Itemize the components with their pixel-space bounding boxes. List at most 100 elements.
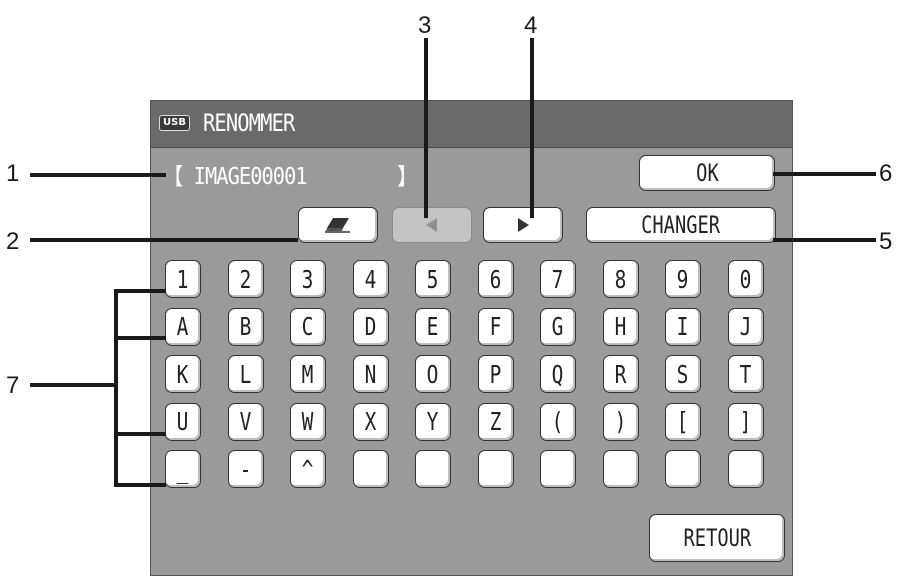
key-button[interactable]: ^ bbox=[290, 450, 326, 488]
key-button[interactable]: U bbox=[165, 402, 201, 441]
key-label: 8 bbox=[614, 264, 627, 294]
key-button[interactable]: ] bbox=[727, 402, 764, 441]
key-button[interactable]: - bbox=[227, 450, 264, 488]
key-label: X bbox=[364, 407, 377, 436]
key-label: R bbox=[614, 359, 627, 389]
screen-title: RENOMMER bbox=[203, 109, 295, 137]
key-label: 4 bbox=[364, 264, 377, 294]
key-button[interactable]: Y bbox=[415, 402, 451, 441]
key-button[interactable]: 6 bbox=[477, 260, 514, 298]
key-button[interactable]: C bbox=[290, 307, 326, 346]
key-label: Q bbox=[552, 359, 564, 389]
key-button-blank[interactable] bbox=[352, 450, 389, 488]
callout-bracket-tick-4 bbox=[114, 432, 166, 436]
key-label: D bbox=[364, 312, 377, 341]
key-label: I bbox=[677, 312, 689, 341]
key-button[interactable]: ( bbox=[540, 402, 576, 441]
cursor-right-button[interactable] bbox=[483, 207, 563, 243]
key-button[interactable]: Q bbox=[540, 355, 576, 393]
callout-line-2 bbox=[30, 238, 298, 242]
key-label: T bbox=[739, 359, 752, 389]
rename-screen: USB RENOMMER 【 IMAGE00001 】 OK CHANGER 1… bbox=[150, 100, 793, 576]
key-button[interactable]: M bbox=[290, 355, 326, 393]
key-label: Z bbox=[489, 407, 502, 436]
key-button[interactable]: N bbox=[352, 355, 389, 393]
cursor-left-button[interactable] bbox=[392, 207, 472, 243]
key-button[interactable]: A bbox=[165, 307, 201, 346]
key-button[interactable]: 3 bbox=[290, 260, 326, 298]
key-button[interactable]: B bbox=[227, 307, 264, 346]
callout-line-6 bbox=[773, 172, 876, 176]
key-button[interactable]: ) bbox=[602, 402, 639, 441]
key-button[interactable]: V bbox=[227, 402, 264, 441]
key-button[interactable]: I bbox=[665, 307, 701, 346]
key-label: 1 bbox=[177, 264, 189, 294]
key-button[interactable]: G bbox=[540, 307, 576, 346]
title-bar: USB RENOMMER bbox=[151, 101, 792, 148]
key-label: 2 bbox=[239, 264, 252, 294]
key-button[interactable]: W bbox=[290, 402, 326, 441]
key-button[interactable]: D bbox=[352, 307, 389, 346]
key-button[interactable]: T bbox=[727, 355, 764, 393]
key-button[interactable]: 9 bbox=[665, 260, 701, 298]
key-button-blank[interactable] bbox=[415, 450, 451, 488]
change-button[interactable]: CHANGER bbox=[586, 207, 776, 243]
callout-4: 4 bbox=[524, 12, 538, 39]
key-button[interactable]: R bbox=[602, 355, 639, 393]
key-label: ^ bbox=[302, 454, 314, 484]
key-button[interactable]: K bbox=[165, 355, 201, 393]
key-button[interactable]: 7 bbox=[540, 260, 576, 298]
key-label: 3 bbox=[302, 264, 314, 294]
key-label: ] bbox=[739, 407, 752, 436]
key-button-blank[interactable] bbox=[665, 450, 701, 488]
key-button[interactable]: H bbox=[602, 307, 639, 346]
back-button[interactable]: RETOUR bbox=[649, 514, 785, 562]
key-button[interactable]: 0 bbox=[727, 260, 764, 298]
callout-bracket-7 bbox=[114, 289, 118, 487]
key-label: H bbox=[614, 312, 627, 341]
erase-button[interactable] bbox=[298, 207, 378, 243]
key-button[interactable]: 8 bbox=[602, 260, 639, 298]
key-label: ) bbox=[614, 407, 627, 436]
key-label: 0 bbox=[739, 264, 752, 294]
key-button-blank[interactable] bbox=[540, 450, 576, 488]
key-button-blank[interactable] bbox=[727, 450, 764, 488]
key-button[interactable]: [ bbox=[665, 402, 701, 441]
filename-field[interactable]: 【 IMAGE00001 】 bbox=[163, 157, 417, 191]
key-label: M bbox=[302, 359, 314, 389]
key-button[interactable]: _ bbox=[165, 450, 201, 488]
key-label: ( bbox=[552, 407, 564, 436]
key-button[interactable]: F bbox=[477, 307, 514, 346]
key-button[interactable]: P bbox=[477, 355, 514, 393]
callout-2: 2 bbox=[6, 228, 20, 255]
key-button[interactable]: L bbox=[227, 355, 264, 393]
key-button[interactable]: 4 bbox=[352, 260, 389, 298]
key-button[interactable]: 2 bbox=[227, 260, 264, 298]
key-label: 5 bbox=[427, 264, 439, 294]
key-button[interactable]: 5 bbox=[415, 260, 451, 298]
key-button-blank[interactable] bbox=[477, 450, 514, 488]
key-button[interactable]: S bbox=[665, 355, 701, 393]
key-button[interactable]: X bbox=[352, 402, 389, 441]
key-button[interactable]: O bbox=[415, 355, 451, 393]
key-button[interactable]: J bbox=[727, 307, 764, 346]
key-label: 9 bbox=[677, 264, 689, 294]
key-label: C bbox=[302, 312, 314, 341]
key-label: _ bbox=[177, 454, 189, 484]
callout-line-1 bbox=[30, 173, 166, 177]
ok-button[interactable]: OK bbox=[639, 155, 775, 191]
callout-1: 1 bbox=[6, 160, 20, 187]
key-button[interactable]: E bbox=[415, 307, 451, 346]
callout-bracket-tick-2 bbox=[114, 336, 166, 340]
callout-5: 5 bbox=[879, 228, 893, 255]
usb-badge: USB bbox=[159, 115, 190, 131]
callout-line-5 bbox=[773, 238, 876, 242]
key-label: A bbox=[177, 312, 189, 341]
key-label: 7 bbox=[552, 264, 564, 294]
key-button-blank[interactable] bbox=[602, 450, 639, 488]
key-label: W bbox=[302, 407, 314, 436]
key-label: S bbox=[677, 359, 689, 389]
key-button[interactable]: Z bbox=[477, 402, 514, 441]
key-button[interactable]: 1 bbox=[165, 260, 201, 298]
key-label: V bbox=[239, 407, 252, 436]
